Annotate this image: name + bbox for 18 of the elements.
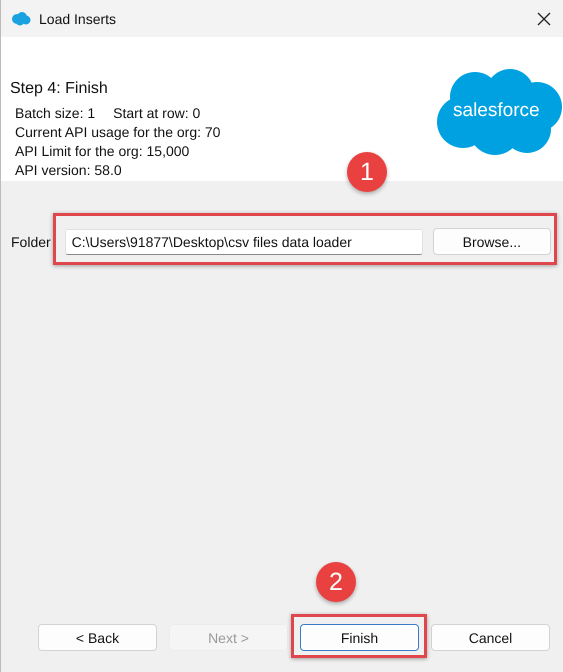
wizard-button[interactable]: Finish: [300, 624, 419, 651]
window-title: Load Inserts: [39, 10, 118, 26]
folder-field[interactable]: C:\Users\91877\Desktop\csv files data loader: [64, 228, 423, 254]
info-text: Start at row: 0: [113, 104, 200, 123]
info-text: Batch size: 1: [15, 104, 96, 123]
folder-label: Folder: [11, 234, 52, 250]
info-text: Current API usage for the org: 70: [15, 123, 220, 142]
wizard-button[interactable]: < Back: [38, 624, 157, 651]
cloud-icon: [11, 12, 31, 26]
callout-badge: 2: [316, 562, 356, 602]
browse-button[interactable]: Browse...: [432, 228, 551, 255]
logo-text: salesforce: [453, 100, 540, 122]
wizard-button[interactable]: Cancel: [431, 624, 550, 651]
info-text: API Limit for the org: 15,000: [15, 142, 190, 161]
step-title: Step 4: Finish: [10, 80, 108, 98]
close-icon[interactable]: [537, 12, 551, 26]
cloud-logo-icon: [435, 67, 563, 157]
info-text: API version: 58.0: [15, 161, 122, 180]
